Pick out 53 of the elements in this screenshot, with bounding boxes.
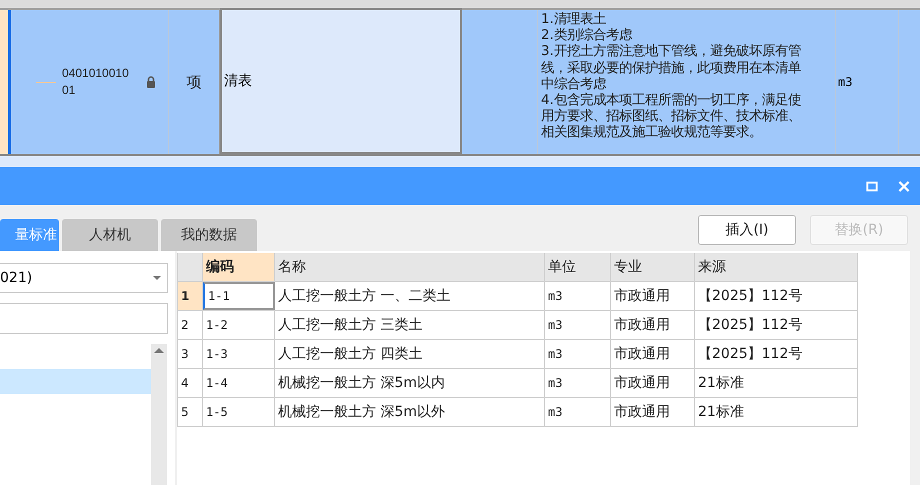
table-cell: 项 xyxy=(186,72,202,92)
table-cell: 21标准 xyxy=(695,398,858,426)
table-cell: 1-3 xyxy=(203,340,275,368)
feature-text: 2.类别综合考虑 xyxy=(541,28,634,44)
row-number[interactable]: 5 xyxy=(177,398,203,426)
search-field[interactable] xyxy=(0,303,168,334)
table-cell: 【2025】112号 xyxy=(695,340,858,368)
table-cell: 人工挖一般土方 一、二类土 xyxy=(275,282,545,310)
table-cell: m3 xyxy=(545,311,611,339)
table-cell: 人工挖一般土方 三类土 xyxy=(275,311,545,339)
table-cell: 机械挖一般土方 深5m以外 xyxy=(275,398,545,426)
maximize-icon[interactable] xyxy=(866,180,878,192)
table-cell-text: 040101001001 xyxy=(62,65,130,99)
table-cell: 1-2 xyxy=(203,311,275,339)
table-cell: 【2025】112号 xyxy=(695,282,858,310)
table-cell: 市政通用 xyxy=(611,369,695,397)
row-number[interactable]: 1 xyxy=(177,282,203,310)
row-number[interactable]: 3 xyxy=(177,340,203,368)
table-cell: 1-4 xyxy=(203,369,275,397)
table-cell: m3 xyxy=(838,75,852,89)
column-header[interactable]: 单位 xyxy=(545,253,611,281)
table-cell: 机械挖一般土方 深5m以内 xyxy=(275,369,545,397)
row-number[interactable]: 2 xyxy=(177,311,203,339)
feature-text: 3.开挖土方需注意地下管线，避免破坏原有管线，采取必要的保护措施，此项费用在本清单中综合考虑 xyxy=(541,44,802,92)
table-cell[interactable]: 清表 xyxy=(220,8,462,154)
column-header[interactable]: 编码 xyxy=(203,253,275,281)
tab[interactable]: 我的数据 xyxy=(161,219,257,251)
column-header[interactable]: 名称 xyxy=(275,253,545,281)
table-cell: m3 xyxy=(545,398,611,426)
table-cell: 21标准 xyxy=(695,369,858,397)
table-cell: 1-1 xyxy=(203,282,275,310)
table-cell: 【2025】112号 xyxy=(695,311,858,339)
table-cell: 市政通用 xyxy=(611,282,695,310)
close-icon[interactable] xyxy=(898,180,910,192)
feature-text: 4.包含完成本项工程所需的一切工序，满足使用方要求、招标图纸、招标文件、技术标准、相关图集规范及施工验收规范等要求。 xyxy=(541,93,802,142)
table-cell: m3 xyxy=(545,340,611,368)
caret-icon xyxy=(153,276,161,280)
library-dropdown[interactable]: 021) xyxy=(0,263,168,293)
dialog-button[interactable]: 插入(I) xyxy=(698,215,796,245)
table-cell: m3 xyxy=(545,369,611,397)
feature-text: 1.清理表土 xyxy=(541,12,607,28)
scroll-up-icon[interactable] xyxy=(154,348,164,353)
table-cell: 市政通用 xyxy=(611,340,695,368)
table-cell: 1-5 xyxy=(203,398,275,426)
table-cell: m3 xyxy=(545,282,611,310)
table-cell: 市政通用 xyxy=(611,311,695,339)
table-cell: 人工挖一般土方 四类土 xyxy=(275,340,545,368)
tab[interactable]: 人材机 xyxy=(62,219,158,251)
scrollbar[interactable] xyxy=(151,344,167,485)
row-number[interactable]: 4 xyxy=(177,369,203,397)
table-cell: 市政通用 xyxy=(611,398,695,426)
column-header[interactable]: 专业 xyxy=(611,253,695,281)
column-header[interactable]: 来源 xyxy=(695,253,858,281)
